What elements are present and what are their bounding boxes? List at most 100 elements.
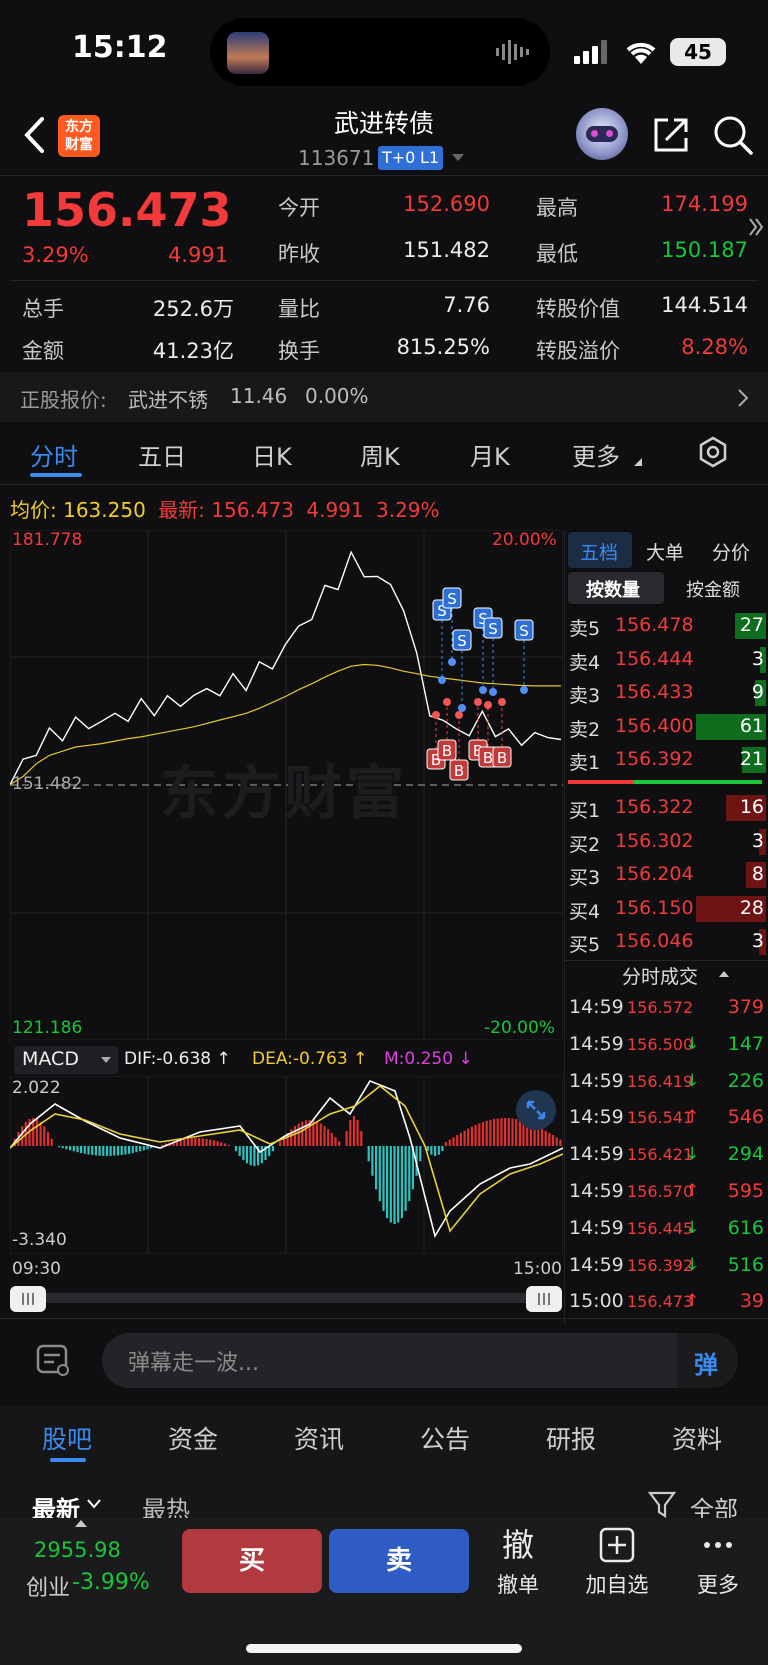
macd-dif: DIF:-0.638 ↑ <box>124 1049 231 1069</box>
level-label: 卖2 <box>569 718 601 741</box>
trade-direction-arrow: ↓ <box>685 1033 700 1054</box>
range-handle-right[interactable] <box>526 1286 562 1312</box>
asks-level-3[interactable]: 卖3 156.433 9 <box>565 676 768 710</box>
sell-button[interactable]: 卖 <box>329 1529 469 1593</box>
index-percent[interactable]: -3.99% <box>72 1570 150 1595</box>
tab-monthly-k[interactable]: 月K <box>470 437 510 472</box>
avg-value: 163.250 <box>63 498 146 522</box>
trade-row: 14:59 156.541 ↑ 546 <box>565 1100 768 1136</box>
battery-indicator: 45 <box>670 38 726 66</box>
assistant-avatar[interactable] <box>576 108 628 160</box>
trade-quantity: 616 <box>727 1216 764 1239</box>
level-quantity: 3 <box>751 930 764 952</box>
tab-announcements[interactable]: 公告 <box>420 1420 470 1456</box>
cancel-order-button[interactable]: 撤 撤单 <box>483 1525 553 1599</box>
asks-level-5[interactable]: 卖1 156.392 21 <box>565 743 768 777</box>
trade-quantity: 294 <box>727 1143 764 1166</box>
bids-level-3[interactable]: 买3 156.204 8 <box>565 858 768 892</box>
asks-level-1[interactable]: 卖5 156.478 27 <box>565 609 768 643</box>
trade-direction-arrow: ↓ <box>685 1254 700 1275</box>
expand-icon <box>526 1100 546 1120</box>
axis-top-price: 181.778 <box>12 530 83 550</box>
trade-time: 15:00 <box>569 1290 624 1313</box>
subtab-by-volume[interactable]: 按数量 <box>586 576 640 602</box>
svg-text:S: S <box>447 590 457 608</box>
bids-level-5[interactable]: 买5 156.046 3 <box>565 925 768 959</box>
macd-chart[interactable] <box>10 1076 563 1254</box>
danmaku-input[interactable]: 弹幕走一波... 弹 <box>102 1333 738 1388</box>
last-price: 156.473 <box>22 183 232 237</box>
asks-level-2[interactable]: 卖4 156.444 3 <box>565 643 768 677</box>
subtab-by-amount[interactable]: 按金额 <box>686 576 740 602</box>
settings-icon[interactable] <box>697 436 729 468</box>
high-value: 174.199 <box>661 192 748 216</box>
bids-level-2[interactable]: 买2 156.302 3 <box>565 825 768 859</box>
tab-research[interactable]: 研报 <box>546 1420 596 1456</box>
tab-weekly-k[interactable]: 周K <box>360 437 400 472</box>
index-name[interactable]: 创业 <box>26 1570 70 1602</box>
bids-level-1[interactable]: 买1 156.322 16 <box>565 791 768 825</box>
indicator-selector[interactable]: MACD <box>14 1046 118 1074</box>
range-handle-left[interactable] <box>10 1286 46 1312</box>
trade-row: 14:59 156.570 ↑ 595 <box>565 1174 768 1210</box>
more-dots-icon <box>704 1542 732 1548</box>
more-button[interactable]: 更多 <box>683 1525 753 1599</box>
add-watchlist-button[interactable]: 加自选 <box>582 1525 652 1599</box>
level-quantity: 16 <box>739 796 764 818</box>
filter-icon[interactable] <box>648 1490 676 1520</box>
wifi-icon <box>626 42 656 64</box>
danmaku-send-button[interactable]: 弹 <box>678 1333 738 1388</box>
more-caret-icon <box>634 458 642 466</box>
tab-profile[interactable]: 资料 <box>672 1420 722 1456</box>
expand-arrows-icon[interactable] <box>748 216 764 238</box>
level-price: 156.302 <box>615 829 694 852</box>
trade-time: 14:59 <box>569 1106 624 1129</box>
axis-prev-close: 151.482 <box>12 774 83 794</box>
svg-text:S: S <box>488 620 498 638</box>
level-label: 买3 <box>569 867 601 889</box>
tab-big-orders[interactable]: 大单 <box>646 538 684 565</box>
change-percent: 3.29% <box>22 243 89 267</box>
danmaku-top-divider <box>0 1318 768 1319</box>
tab-more[interactable]: 更多 <box>572 437 620 472</box>
collapse-caret-icon[interactable] <box>718 970 730 978</box>
axis-bottom-percent: -20.00% <box>484 1018 555 1038</box>
trade-row: 14:59 156.572 379 <box>565 990 768 1026</box>
caret-down-icon[interactable] <box>450 152 466 164</box>
chevron-down-icon[interactable] <box>86 1498 102 1510</box>
tab-five-day[interactable]: 五日 <box>138 437 186 472</box>
level-label: 买4 <box>569 900 601 923</box>
search-icon[interactable] <box>712 114 754 156</box>
level-price: 156.204 <box>615 863 694 885</box>
tab-funds[interactable]: 资金 <box>168 1420 218 1456</box>
level-price: 156.433 <box>615 681 694 703</box>
trade-direction-arrow: ↓ <box>685 1144 700 1165</box>
tab-guba[interactable]: 股吧 <box>42 1420 92 1456</box>
tab-five-level[interactable]: 五档 <box>580 538 618 565</box>
volume-ratio-label: 量比 <box>278 297 320 321</box>
tab-intraday[interactable]: 分时 <box>30 437 78 472</box>
low-value: 150.187 <box>661 238 748 262</box>
tab-daily-k[interactable]: 日K <box>252 437 292 472</box>
turnover-label: 换手 <box>278 339 320 363</box>
buy-button[interactable]: 买 <box>182 1529 322 1593</box>
index-value[interactable]: 2955.98 <box>34 1538 121 1562</box>
avg-label: 均价: <box>10 498 57 522</box>
header-divider <box>0 175 768 176</box>
level-label: 买5 <box>569 934 601 956</box>
trade-time: 14:59 <box>569 1143 624 1166</box>
underlying-bar[interactable]: 正股报价: 武进不锈 11.46 0.00% <box>0 372 768 422</box>
asks-level-4[interactable]: 卖2 156.400 61 <box>565 710 768 744</box>
trades-divider <box>565 960 768 961</box>
share-icon[interactable] <box>652 116 690 154</box>
fullscreen-button[interactable] <box>516 1090 556 1130</box>
trade-direction-arrow: ↓ <box>685 1217 700 1238</box>
tab-news[interactable]: 资讯 <box>294 1420 344 1456</box>
bids-level-4[interactable]: 买4 156.150 28 <box>565 892 768 926</box>
trades-title[interactable]: 分时成交 <box>622 962 698 989</box>
danmaku-settings-icon[interactable] <box>36 1344 72 1378</box>
grip-icon <box>22 1293 34 1305</box>
premium-label: 转股溢价 <box>536 339 620 363</box>
tab-price-dist[interactable]: 分价 <box>712 538 750 565</box>
level-price: 156.400 <box>615 714 694 737</box>
